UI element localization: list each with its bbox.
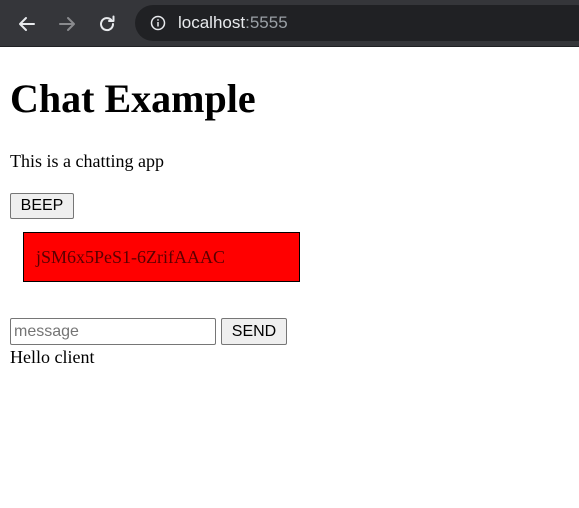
send-button[interactable]: SEND (221, 318, 287, 345)
forward-icon[interactable] (55, 12, 79, 36)
client-id-text: jSM6x5PeS1-6ZrifAAAC (36, 246, 226, 267)
page-title: Chat Example (10, 76, 256, 121)
beep-button[interactable]: BEEP (10, 193, 74, 219)
browser-toolbar: localhost:5555 (0, 0, 579, 47)
page-subtitle: This is a chatting app (10, 151, 164, 171)
url-port: :5555 (245, 13, 288, 32)
url-host: localhost (178, 13, 246, 32)
back-icon[interactable] (15, 12, 39, 36)
chat-message: Hello client (10, 347, 95, 367)
address-bar[interactable]: localhost:5555 (135, 5, 579, 41)
message-input[interactable] (10, 318, 216, 345)
info-circle-icon[interactable] (149, 14, 167, 32)
reload-icon[interactable] (95, 12, 119, 36)
client-id-box: jSM6x5PeS1-6ZrifAAAC (23, 232, 300, 282)
url-text: localhost:5555 (178, 13, 288, 33)
